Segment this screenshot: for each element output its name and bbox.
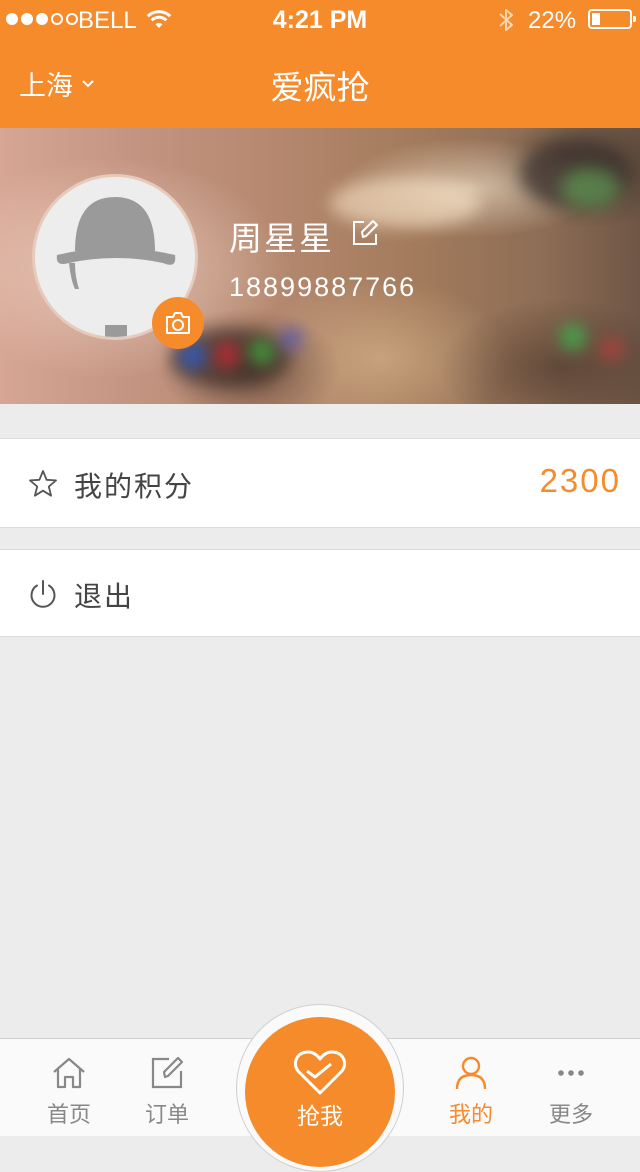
tab-more-label: 更多	[548, 1103, 593, 1128]
nav-bar: 上海 爱疯抢	[0, 40, 640, 128]
heart-icon	[293, 1050, 347, 1095]
ellipsis-icon	[558, 1070, 584, 1076]
power-icon	[30, 580, 56, 608]
camera-icon	[166, 312, 190, 334]
logout-row[interactable]: 退出	[0, 549, 640, 637]
tab-more[interactable]: 更多	[521, 1039, 621, 1137]
page-title: 爱疯抢	[270, 68, 370, 107]
battery-percent: 22%	[528, 7, 577, 34]
tab-grab-label: 抢我	[297, 1104, 343, 1130]
points-label: 我的积分	[74, 470, 195, 503]
points-value: 2300	[539, 462, 621, 499]
status-bar: BELL 4:21 PM 22%	[0, 0, 640, 40]
edit-icon[interactable]	[350, 218, 380, 248]
person-icon	[455, 1056, 487, 1090]
logout-label: 退出	[74, 580, 135, 613]
tab-mine[interactable]: 我的	[421, 1039, 521, 1137]
star-icon	[29, 470, 57, 497]
user-phone: 18899887766	[229, 272, 417, 302]
home-icon	[53, 1057, 85, 1089]
profile-header: 周星星 18899887766	[0, 128, 640, 404]
bluetooth-icon	[499, 9, 513, 31]
tab-home[interactable]: 首页	[19, 1039, 119, 1137]
top-bar: BELL 4:21 PM 22% 上海 爱疯抢	[0, 0, 640, 128]
battery-level-fill	[592, 13, 600, 25]
tab-mine-label: 我的	[448, 1103, 493, 1128]
tab-orders[interactable]: 订单	[117, 1039, 217, 1137]
user-name: 周星星	[229, 219, 334, 258]
tab-home-label: 首页	[46, 1103, 91, 1128]
battery-icon	[588, 9, 636, 29]
points-row[interactable]: 我的积分 2300	[0, 438, 640, 528]
edit-square-icon	[151, 1056, 184, 1089]
tab-orders-label: 订单	[144, 1103, 189, 1128]
change-avatar-button[interactable]	[152, 297, 204, 349]
tab-grab[interactable]: 抢我	[245, 1017, 395, 1167]
